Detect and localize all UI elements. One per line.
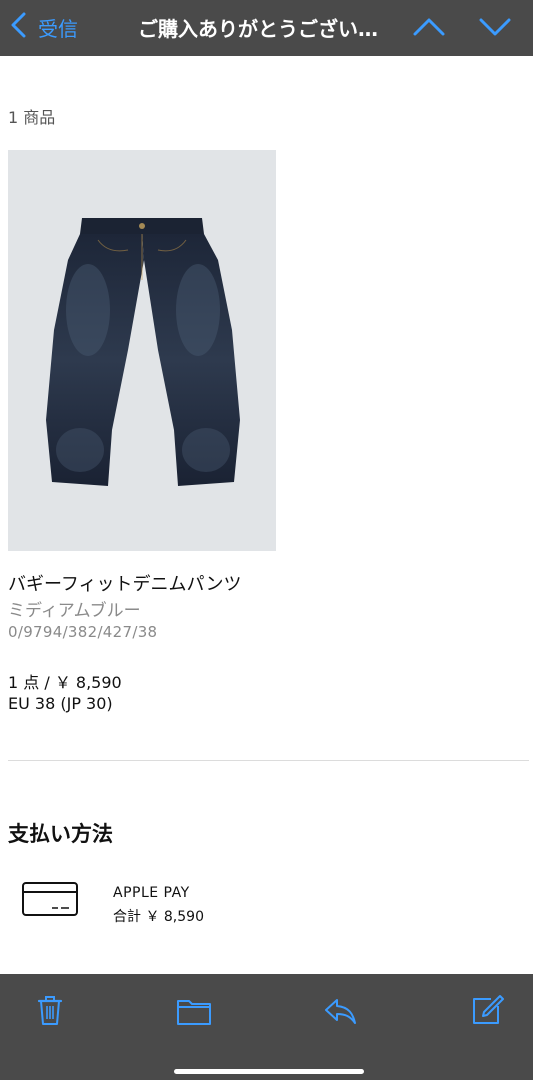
product-image[interactable] bbox=[8, 150, 276, 551]
item-count: 1 商品 bbox=[8, 108, 56, 127]
back-label: 受信 bbox=[38, 16, 78, 41]
quantity-price: 1 点 / ￥ 8,590 bbox=[8, 673, 122, 692]
compose-button[interactable] bbox=[469, 992, 505, 1028]
product-reference: 0/9794/382/427/38 bbox=[8, 623, 158, 641]
payment-method: APPLE PAY bbox=[113, 885, 190, 901]
credit-card-icon bbox=[22, 882, 78, 918]
product-name[interactable]: バギーフィットデニムパンツ bbox=[8, 570, 241, 596]
move-to-folder-button[interactable] bbox=[176, 992, 212, 1028]
chevron-up-icon bbox=[413, 18, 445, 36]
jeans-image bbox=[46, 218, 240, 486]
compose-icon bbox=[473, 995, 504, 1024]
trash-icon bbox=[37, 996, 63, 1025]
home-indicator[interactable] bbox=[174, 1069, 364, 1074]
top-nav-bar: 受信 ご購入ありがとうござい… bbox=[0, 0, 533, 56]
email-body: 1 商品 バギーフィットデニムパンツ ミディアムブルー 0/9794/382/4… bbox=[0, 56, 533, 974]
previous-message-button[interactable] bbox=[412, 12, 446, 42]
chevron-down-icon bbox=[479, 18, 511, 36]
message-subject-title: ご購入ありがとうござい… bbox=[138, 17, 378, 41]
payment-total: 合計 ￥ 8,590 bbox=[113, 909, 204, 925]
bottom-toolbar bbox=[0, 974, 533, 1080]
back-button[interactable]: 受信 bbox=[8, 10, 78, 44]
product-color: ミディアムブルー bbox=[8, 601, 141, 621]
reply-icon bbox=[325, 999, 356, 1024]
chevron-left-icon bbox=[8, 12, 30, 42]
delete-button[interactable] bbox=[32, 992, 68, 1028]
next-message-button[interactable] bbox=[478, 12, 512, 42]
payment-section-title: 支払い方法 bbox=[8, 822, 113, 846]
reply-button[interactable] bbox=[322, 992, 358, 1028]
product-size: EU 38 (JP 30) bbox=[8, 694, 113, 713]
folder-icon bbox=[177, 1000, 211, 1025]
section-divider bbox=[8, 760, 529, 761]
